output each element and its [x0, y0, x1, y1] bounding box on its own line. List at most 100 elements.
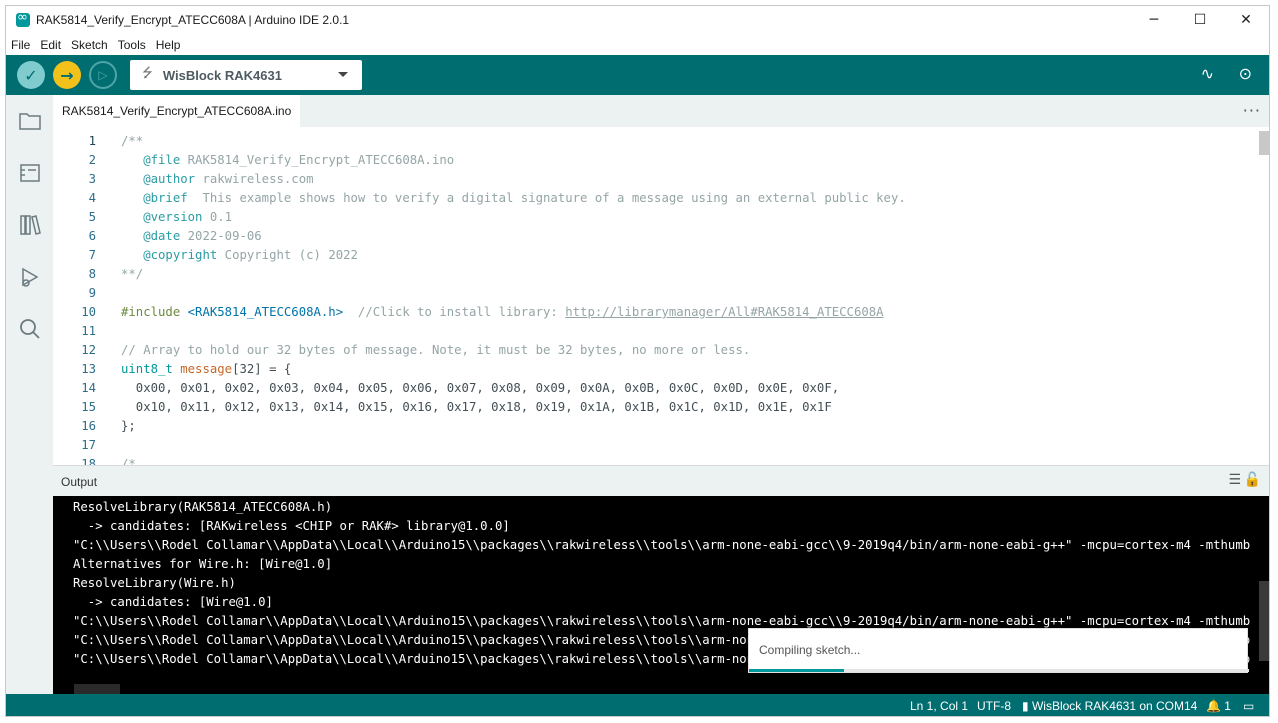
code-text: @copyright Copyright (c) 2022 — [121, 246, 358, 265]
library-manager-icon[interactable] — [18, 213, 42, 237]
code-line[interactable]: 8 **/ — [53, 265, 1253, 284]
window-controls: ─ ☐ ✕ — [1131, 6, 1269, 34]
board-port[interactable]: ▮ WisBlock RAK4631 on COM14 — [1022, 699, 1197, 713]
menu-help[interactable]: Help — [151, 38, 186, 52]
minimize-button[interactable]: ─ — [1131, 6, 1177, 34]
arduino-logo-icon — [16, 10, 30, 27]
code-text: **/ — [121, 265, 143, 284]
code-token: /* — [121, 457, 136, 465]
code-line[interactable]: 4 @brief This example shows how to verif… — [53, 189, 1253, 208]
code-token: 2022-09-06 — [180, 229, 262, 243]
verify-button[interactable]: ✓ — [17, 61, 45, 89]
serial-plotter-icon[interactable]: ∿ — [1201, 64, 1214, 83]
cursor-position[interactable]: Ln 1, Col 1 — [910, 699, 968, 713]
code-token: Copyright (c) 2022 — [217, 248, 358, 262]
library-link[interactable]: http://librarymanager/All#RAK5814_ATECC6… — [565, 305, 883, 319]
line-number: 17 — [81, 438, 96, 452]
notification-count: 1 — [1224, 699, 1231, 713]
console-line: "C:\\Users\\Rodel Collamar\\AppData\\Loc… — [73, 538, 1251, 552]
menu-sketch[interactable]: Sketch — [66, 38, 113, 52]
clear-output-icon[interactable]: ☰ — [1228, 472, 1241, 488]
code-editor[interactable]: 1 /** 2 @file RAK5814_Verify_Encrypt_ATECC… — [53, 127, 1269, 465]
menu-file[interactable]: File — [6, 38, 35, 52]
line-number: 10 — [81, 305, 96, 319]
console-horizontal-scrollbar[interactable] — [74, 684, 120, 694]
code-token: @author — [143, 172, 196, 186]
sidebar — [6, 95, 53, 716]
code-token: **/ — [121, 267, 144, 281]
code-line[interactable]: 10 #include <RAK5814_ATECC608A.h> //Click… — [53, 303, 1253, 322]
line-number: 11 — [81, 324, 96, 338]
ide-window: RAK5814_Verify_Encrypt_ATECC608A | Ardui… — [5, 5, 1270, 717]
code-line[interactable]: 16}; — [53, 417, 1253, 436]
code-token: uint8_t — [121, 362, 173, 376]
code-token: 0.1 — [202, 210, 233, 224]
code-line[interactable]: 17 — [53, 436, 1253, 455]
code-line[interactable]: 3 @author rakwireless.com — [53, 170, 1253, 189]
board-selector[interactable]: ⭍ WisBlock RAK4631 — [130, 60, 362, 90]
menu-edit[interactable]: Edit — [35, 38, 66, 52]
console-scrollbar[interactable] — [1259, 581, 1269, 661]
board-label: WisBlock RAK4631 — [162, 67, 282, 83]
line-number: 7 — [88, 248, 96, 262]
close-button[interactable]: ✕ — [1223, 6, 1269, 34]
search-icon[interactable] — [18, 317, 42, 341]
encoding[interactable]: UTF-8 — [977, 699, 1011, 713]
code-line[interactable]: 9 — [53, 284, 1253, 303]
line-number: 4 — [88, 191, 96, 205]
editor-scrollbar[interactable] — [1259, 131, 1269, 155]
code-line[interactable]: 7 @copyright Copyright (c) 2022 — [53, 246, 1253, 265]
scroll-lock-icon[interactable]: 🔓 — [1244, 472, 1261, 488]
window-title: RAK5814_Verify_Encrypt_ATECC608A | Ardui… — [36, 13, 350, 27]
menu-tools[interactable]: Tools — [113, 38, 151, 52]
maximize-button[interactable]: ☐ — [1177, 6, 1223, 34]
upload-button[interactable]: → — [53, 61, 81, 89]
status-bar: Ln 1, Col 1 UTF-8 ▮ WisBlock RAK4631 on … — [6, 694, 1269, 716]
notifications[interactable]: 🔔 1 — [1206, 699, 1231, 713]
code-text: 0x00, 0x01, 0x02, 0x03, 0x04, 0x05, 0x06… — [121, 379, 839, 398]
line-number: 14 — [81, 381, 96, 395]
debug-button[interactable]: ▷ — [89, 61, 117, 89]
code-line[interactable]: 1 /** — [53, 132, 1253, 151]
toggle-panel-icon[interactable]: ▭ — [1243, 699, 1254, 713]
line-number: 18 — [81, 457, 96, 465]
code-line[interactable]: 6 @date 2022-09-06 — [53, 227, 1253, 246]
line-number: 2 — [88, 153, 96, 167]
usb-icon: ⭍ — [142, 66, 153, 81]
line-number: 13 — [81, 362, 96, 376]
code-line[interactable]: 15 0x10, 0x11, 0x12, 0x13, 0x14, 0x15, 0… — [53, 398, 1253, 417]
code-token: RAK5814_Verify_Encrypt_ATECC608A.ino — [180, 153, 455, 167]
code-token: // Array to hold our 32 bytes of message… — [121, 343, 751, 357]
code-text: /** — [121, 132, 143, 151]
code-line[interactable]: 13 uint8_t message[32] = { — [53, 360, 1253, 379]
console-line: -> candidates: [Wire@1.0] — [73, 595, 273, 609]
chevron-down-icon — [338, 72, 348, 77]
code-token: @brief — [143, 191, 188, 205]
code-text: @file RAK5814_Verify_Encrypt_ATECC608A.i… — [121, 151, 454, 170]
line-number: 6 — [88, 229, 96, 243]
sketchbook-folder-icon[interactable] — [18, 109, 42, 133]
serial-monitor-icon[interactable]: ⊙ — [1239, 64, 1252, 83]
code-token: This example shows how to verify a digit… — [187, 191, 906, 205]
board-chip-icon: ▮ — [1022, 699, 1029, 713]
code-token: @version — [143, 210, 203, 224]
editor-tab-bar: RAK5814_Verify_Encrypt_ATECC608A.ino ··· — [53, 95, 1269, 127]
code-line[interactable]: 11 — [53, 322, 1253, 341]
code-token: [32] = { — [232, 362, 292, 376]
progress-fill — [749, 669, 844, 672]
code-token: 0x00, 0x01, 0x02, 0x03, 0x04, 0x05, 0x06… — [121, 381, 840, 395]
code-line[interactable]: 5 @version 0.1 — [53, 208, 1253, 227]
code-line[interactable]: 18 /* — [53, 455, 1253, 465]
code-line[interactable]: 14 0x00, 0x01, 0x02, 0x03, 0x04, 0x05, 0… — [53, 379, 1253, 398]
code-line[interactable]: 12 // Array to hold our 32 bytes of messa… — [53, 341, 1253, 360]
code-text: @author rakwireless.com — [121, 170, 313, 189]
tab-sketch-file[interactable]: RAK5814_Verify_Encrypt_ATECC608A.ino — [53, 95, 301, 127]
console-line: -> candidates: [RAKwireless <CHIP or RAK… — [73, 519, 510, 533]
boards-manager-icon[interactable] — [18, 161, 42, 185]
debug-sidebar-icon[interactable] — [18, 265, 42, 289]
more-icon[interactable]: ··· — [1243, 101, 1261, 120]
code-line[interactable]: 2 @file RAK5814_Verify_Encrypt_ATECC608A… — [53, 151, 1253, 170]
